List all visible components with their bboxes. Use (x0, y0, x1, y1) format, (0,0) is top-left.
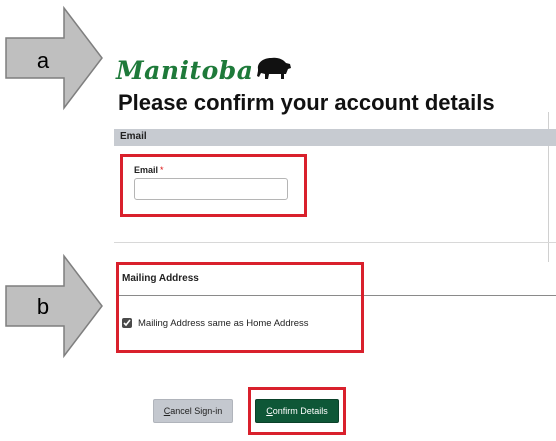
page-title: Please confirm your account details (118, 90, 495, 115)
cancel-sign-in-button[interactable]: Cancel Sign-in (153, 399, 233, 423)
mailing-highlight-box (116, 262, 364, 353)
callout-b-letter: b (36, 294, 50, 319)
callout-a-letter: a (36, 48, 50, 73)
callout-a-arrow: a (4, 4, 104, 112)
confirm-highlight-box (248, 387, 346, 435)
email-section-title: Email (120, 131, 147, 142)
section-divider (114, 242, 556, 243)
email-highlight-box (120, 154, 307, 217)
bison-icon (255, 55, 293, 86)
manitoba-logo[interactable]: Manitoba (116, 54, 293, 86)
callout-b-arrow: b (4, 250, 104, 360)
cancel-label-rest: ancel Sign-in (170, 406, 223, 416)
logo-wordmark: Manitoba (116, 55, 254, 85)
email-section-header: Email (114, 129, 556, 146)
